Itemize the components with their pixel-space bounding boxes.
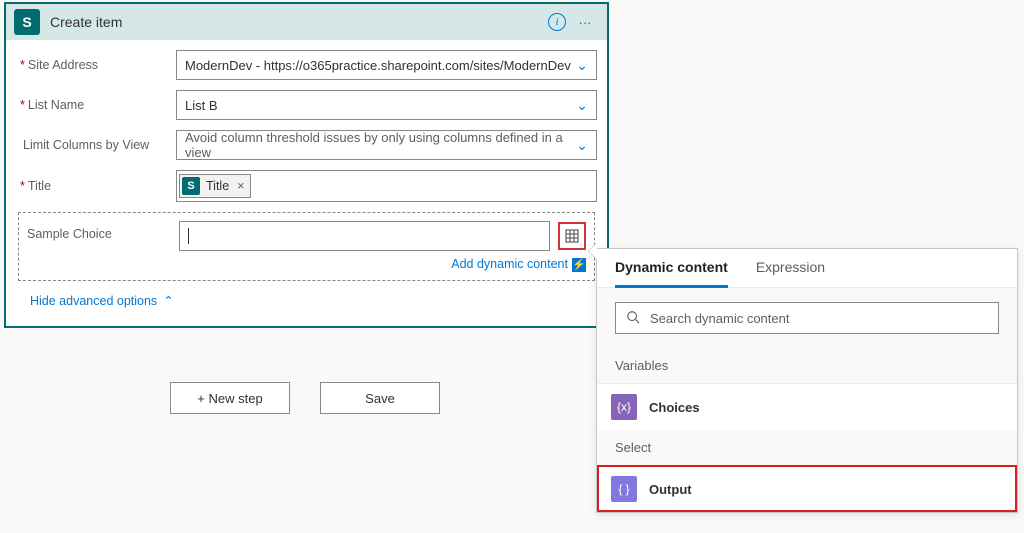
dynamic-item-label: Choices xyxy=(649,400,700,415)
more-icon[interactable]: ··· xyxy=(571,8,599,36)
sample-choice-label: Sample Choice xyxy=(27,221,179,241)
dynamic-content-flyout: Dynamic content Expression Search dynami… xyxy=(596,248,1018,513)
search-placeholder: Search dynamic content xyxy=(650,311,789,326)
info-icon[interactable]: i xyxy=(543,8,571,36)
remove-token-icon[interactable]: × xyxy=(237,179,244,193)
sharepoint-logo-icon: S xyxy=(182,177,200,195)
add-dynamic-content-link[interactable]: Add dynamic content⚡ xyxy=(179,257,586,272)
site-address-value: ModernDev - https://o365practice.sharepo… xyxy=(185,58,571,73)
new-step-button[interactable]: + New step xyxy=(170,382,290,414)
grid-icon xyxy=(564,228,580,244)
plus-icon: ⚡ xyxy=(572,258,586,272)
sharepoint-logo-icon: S xyxy=(14,9,40,35)
card-body: Site Address ModernDev - https://o365pra… xyxy=(6,40,607,326)
tab-dynamic-content[interactable]: Dynamic content xyxy=(615,259,728,288)
site-address-label: Site Address xyxy=(16,58,176,72)
limit-columns-row: Limit Columns by View Avoid column thres… xyxy=(16,130,597,160)
title-input[interactable]: S Title × xyxy=(176,170,597,202)
group-variables: Variables xyxy=(597,348,1017,383)
save-button[interactable]: Save xyxy=(320,382,440,414)
flyout-tabs: Dynamic content Expression xyxy=(597,249,1017,288)
hide-advanced-options-link[interactable]: Hide advanced options ⌃ xyxy=(16,281,597,322)
list-name-label: List Name xyxy=(16,98,176,112)
chevron-down-icon: ⌄ xyxy=(576,137,588,154)
search-input[interactable]: Search dynamic content xyxy=(615,302,999,334)
title-label: Title xyxy=(16,179,176,193)
array-picker-button[interactable] xyxy=(558,222,586,250)
dynamic-item-choices[interactable]: {x} Choices xyxy=(597,383,1017,430)
chevron-up-icon: ⌃ xyxy=(163,293,173,308)
limit-columns-select[interactable]: Avoid column threshold issues by only us… xyxy=(176,130,597,160)
chevron-down-icon: ⌄ xyxy=(576,57,588,74)
title-row: Title S Title × xyxy=(16,170,597,202)
chevron-down-icon: ⌄ xyxy=(576,97,588,114)
dynamic-item-label: Output xyxy=(649,482,692,497)
site-address-select[interactable]: ModernDev - https://o365practice.sharepo… xyxy=(176,50,597,80)
variable-icon: {x} xyxy=(611,394,637,420)
title-token-label: Title xyxy=(206,179,229,193)
card-header: S Create item i ··· xyxy=(6,4,607,40)
select-icon: { } xyxy=(611,476,637,502)
limit-columns-label: Limit Columns by View xyxy=(16,138,176,152)
title-token[interactable]: S Title × xyxy=(179,174,251,198)
search-icon xyxy=(626,310,640,327)
sample-choice-input[interactable] xyxy=(179,221,550,251)
site-address-row: Site Address ModernDev - https://o365pra… xyxy=(16,50,597,80)
limit-columns-placeholder: Avoid column threshold issues by only us… xyxy=(185,130,588,160)
list-name-row: List Name List B ⌄ xyxy=(16,90,597,120)
sample-choice-row: Sample Choice Add dynamic content⚡ xyxy=(18,212,595,281)
action-card: S Create item i ··· Site Address ModernD… xyxy=(4,2,609,328)
card-title: Create item xyxy=(50,14,543,30)
list-name-value: List B xyxy=(185,98,218,113)
group-select: Select xyxy=(597,430,1017,465)
list-name-select[interactable]: List B ⌄ xyxy=(176,90,597,120)
tab-expression[interactable]: Expression xyxy=(756,259,825,287)
dynamic-item-output[interactable]: { } Output xyxy=(597,465,1017,512)
footer-buttons: + New step Save xyxy=(170,382,440,414)
